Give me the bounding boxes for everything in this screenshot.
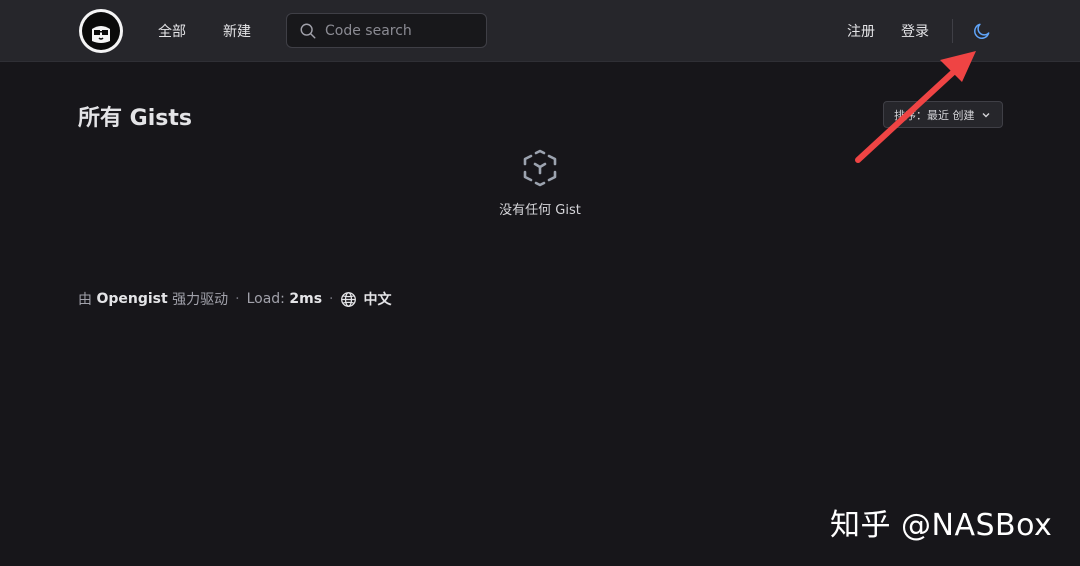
- footer-separator: ·: [329, 291, 334, 307]
- search-icon: [300, 23, 316, 38]
- powered-prefix: 由: [78, 292, 92, 308]
- nav-divider: [952, 19, 953, 43]
- load-value: 2ms: [289, 291, 323, 307]
- login-link[interactable]: 登录: [901, 21, 929, 41]
- footer-separator: ·: [235, 291, 240, 307]
- top-navbar: 全部 新建 注册 登录: [0, 0, 1080, 62]
- nav-all-link[interactable]: 全部: [158, 21, 186, 41]
- sort-dropdown-button[interactable]: 排序：最近 创建: [883, 101, 1003, 128]
- code-search-input[interactable]: [325, 22, 475, 39]
- language-selector[interactable]: 中文: [363, 289, 391, 309]
- powered-name[interactable]: Opengist: [96, 291, 167, 307]
- chevron-down-icon: [982, 112, 989, 117]
- powered-suffix: 强力驱动: [172, 292, 229, 308]
- sort-label: 排序：最近 创建: [894, 108, 975, 122]
- annotation-arrow: [855, 51, 976, 163]
- watermark-text: 知乎 @NASBox: [830, 508, 1053, 543]
- moon-icon: [974, 23, 990, 39]
- opengist-logo[interactable]: [79, 9, 123, 53]
- cube-icon: [523, 149, 557, 187]
- code-search-box[interactable]: [286, 13, 487, 48]
- page-footer: 由 Opengist 强力驱动 · Load: 2ms · 中文: [78, 289, 391, 309]
- register-link[interactable]: 注册: [847, 21, 875, 41]
- theme-toggle-button[interactable]: [970, 19, 994, 43]
- load-label: Load:: [246, 291, 285, 307]
- globe-icon: [341, 291, 357, 307]
- empty-state-text: 没有任何 Gist: [499, 203, 581, 218]
- logo-icon: [82, 12, 120, 50]
- page-title: 所有 Gists: [78, 106, 192, 131]
- nav-new-link[interactable]: 新建: [223, 21, 251, 41]
